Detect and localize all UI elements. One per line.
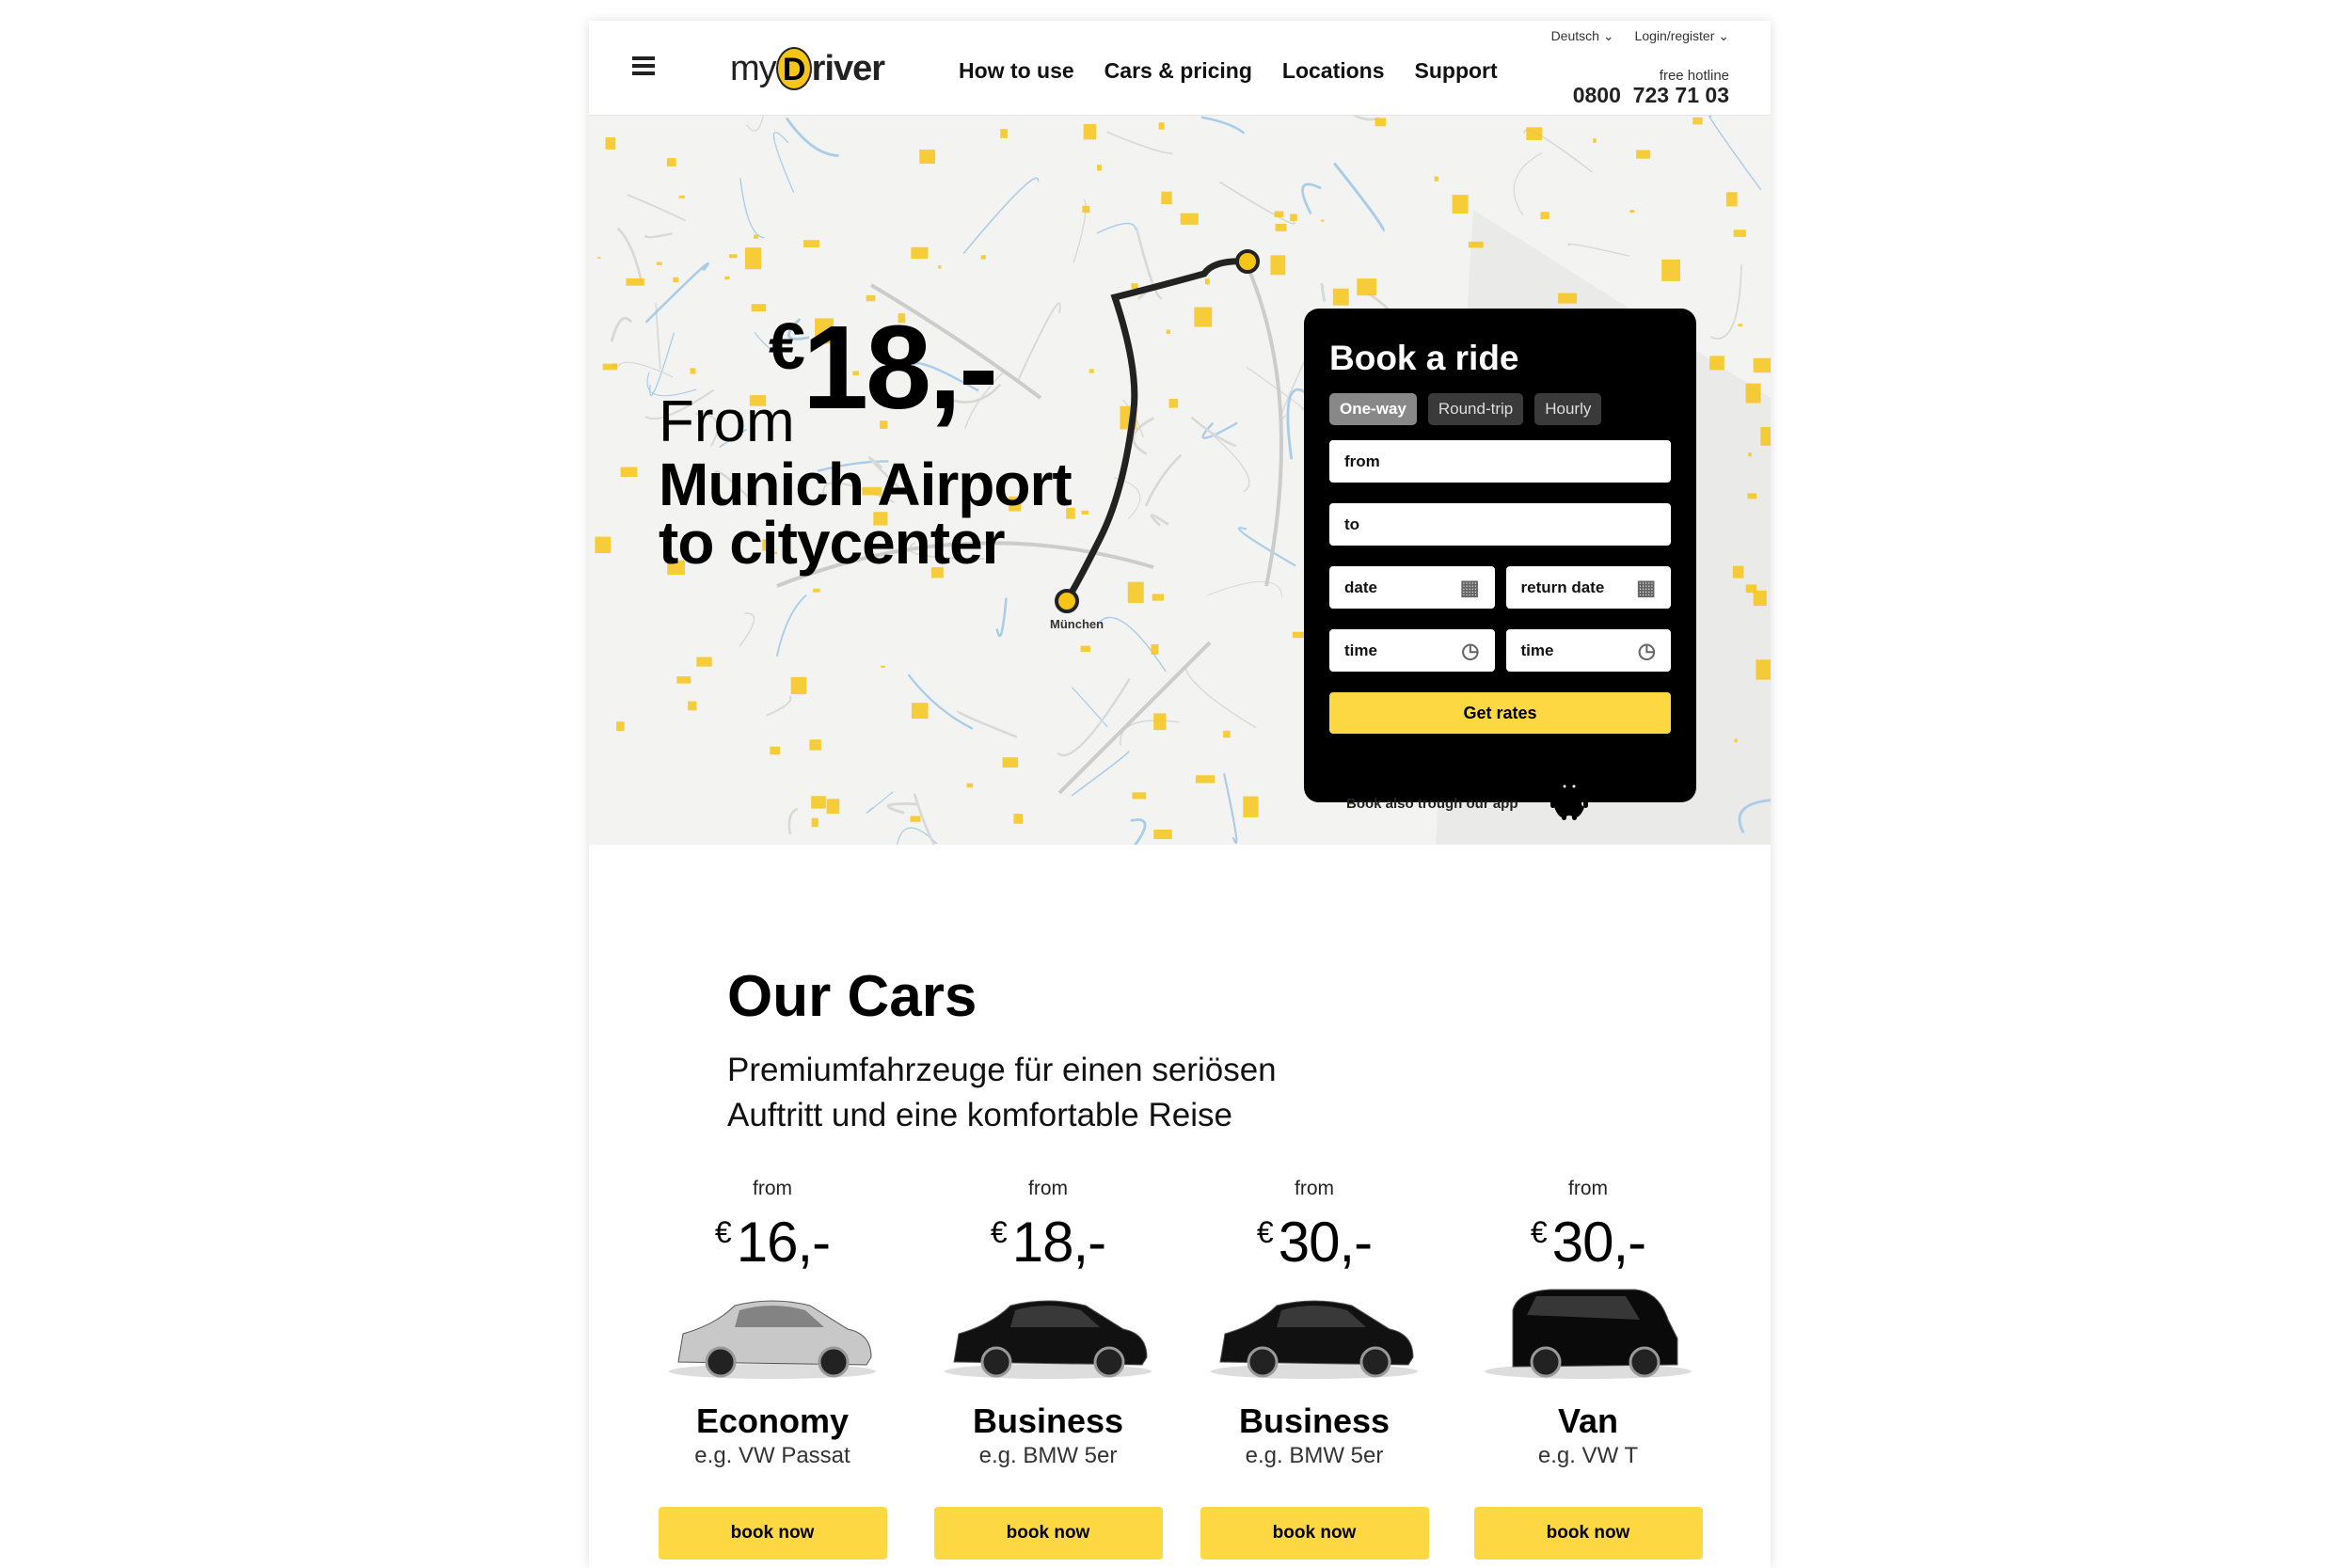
car-card: from €30,- Van e.g. VW T book now (1466, 1178, 1710, 1560)
car-example: e.g. VW Passat (694, 1443, 850, 1468)
hero-line-2: to citycenter (659, 509, 1006, 577)
car-example: e.g. VW T (1537, 1443, 1639, 1468)
hero-price: €18,- (769, 301, 998, 434)
car-price: €16,- (714, 1211, 831, 1274)
cars-title: Our Cars (727, 964, 977, 1029)
nav-how-to-use[interactable]: How to use (959, 58, 1074, 84)
nav-cars-pricing[interactable]: Cars & pricing (1104, 58, 1252, 84)
car-from-label: from (1568, 1178, 1608, 1199)
car-image (1192, 1282, 1437, 1381)
nav-support[interactable]: Support (1415, 58, 1498, 84)
car-from-label: from (1028, 1178, 1068, 1199)
calendar-icon: ▦ (1636, 575, 1656, 599)
to-input[interactable]: to (1329, 503, 1671, 546)
chevron-down-icon: ⌄ (1718, 28, 1729, 43)
chevron-down-icon: ⌄ (1602, 28, 1614, 43)
clock-icon: ◷ (1461, 638, 1480, 662)
return-date-input[interactable]: return date ▦ (1505, 566, 1671, 609)
car-image (926, 1282, 1170, 1381)
book-now-button[interactable]: book now (1200, 1507, 1429, 1560)
nav-locations[interactable]: Locations (1282, 58, 1385, 84)
car-class-name: Van (1557, 1402, 1619, 1440)
logo[interactable]: my Driver (730, 47, 885, 90)
return-time-input[interactable]: time ◷ (1505, 629, 1671, 672)
route-end-marker (1055, 589, 1079, 613)
booking-panel: Book a ride One-way Round-trip Hourly fr… (1304, 309, 1696, 802)
date-input[interactable]: date ▦ (1329, 566, 1495, 609)
main-nav: How to use Cars & pricing Locations Supp… (959, 58, 1498, 84)
car-price: €18,- (990, 1211, 1106, 1274)
route-map[interactable]: München €18,- From Munich Airport to cit… (589, 116, 1771, 845)
book-now-button[interactable]: book now (933, 1507, 1163, 1560)
tab-round-trip[interactable]: Round-trip (1427, 393, 1524, 425)
get-rates-button[interactable]: Get rates (1329, 692, 1671, 734)
hotline-label: free hotline (1659, 68, 1729, 84)
tab-one-way[interactable]: One-way (1329, 393, 1417, 425)
car-card: from €30,- Business e.g. BMW 5er book no… (1192, 1178, 1437, 1560)
car-class-name: Economy (695, 1402, 850, 1440)
car-image (650, 1282, 895, 1381)
hero-from: From (659, 389, 795, 454)
login-register-menu[interactable]: Login/register ⌄ (1635, 28, 1729, 44)
app-promo-text: Book also trough our app (1346, 796, 1518, 812)
language-select[interactable]: Deutsch ⌄ (1551, 28, 1614, 44)
calendar-icon: ▦ (1459, 575, 1480, 599)
car-from-label: from (753, 1178, 792, 1199)
header: my Driver How to use Cars & pricing Locat… (589, 21, 1771, 116)
android-icon[interactable] (1549, 774, 1590, 821)
car-card: from €18,- Business e.g. BMW 5er book no… (926, 1178, 1170, 1560)
car-from-label: from (1295, 1178, 1334, 1199)
car-example: e.g. BMW 5er (978, 1443, 1118, 1468)
booking-title: Book a ride (1329, 339, 1519, 377)
car-class-name: Business (972, 1402, 1124, 1440)
car-price: €30,- (1256, 1211, 1373, 1274)
book-now-button[interactable]: book now (658, 1507, 887, 1560)
hotline-number[interactable]: 0800 723 71 03 (1573, 83, 1729, 108)
time-input[interactable]: time ◷ (1329, 629, 1495, 672)
map-label-munich: München (1050, 617, 1104, 631)
car-example: e.g. BMW 5er (1245, 1443, 1384, 1468)
car-image (1466, 1282, 1710, 1381)
page: my Driver How to use Cars & pricing Locat… (589, 21, 1771, 1568)
clock-icon: ◷ (1637, 638, 1656, 662)
cars-subtitle: Premiumfahrzeuge für einen seriösen Auftr… (727, 1052, 1277, 1133)
menu-icon[interactable] (632, 56, 655, 75)
tab-hourly[interactable]: Hourly (1534, 393, 1602, 425)
car-card: from €16,- Economy e.g. VW Passat book n… (650, 1178, 895, 1560)
car-class-name: Business (1238, 1402, 1391, 1440)
book-now-button[interactable]: book now (1473, 1507, 1703, 1560)
from-input[interactable]: from (1329, 440, 1671, 483)
route-start-marker (1235, 249, 1260, 274)
car-price: €30,- (1530, 1211, 1646, 1274)
route-line (1063, 258, 1251, 604)
